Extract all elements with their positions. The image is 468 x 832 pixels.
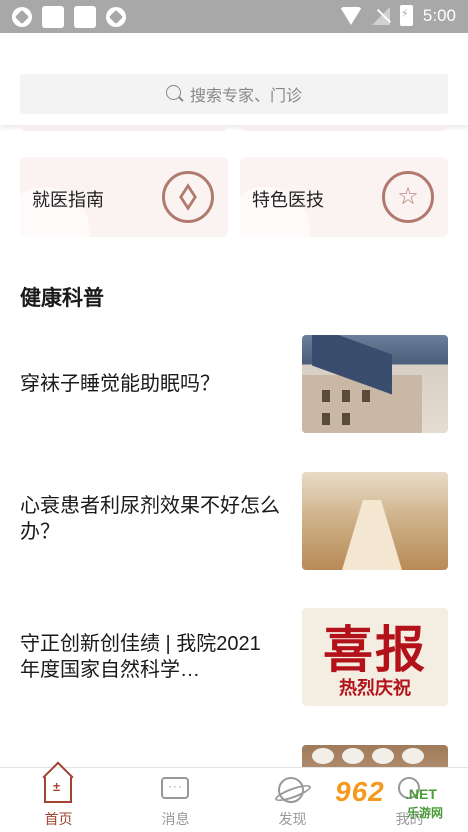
card-edge [20, 125, 228, 131]
article-item[interactable]: 心衰患者利尿剂效果不好怎么办？ [0, 472, 468, 570]
search-icon [165, 85, 184, 103]
nav-label: 首页 [44, 811, 73, 827]
notification-icon [74, 6, 96, 28]
search-placeholder: 搜索专家、门诊 [189, 88, 302, 105]
search-header: 搜索专家、门诊 [0, 33, 468, 125]
article-thumbnail [302, 745, 448, 767]
nav-messages[interactable]: 消息 [117, 768, 234, 832]
status-bar: 5:00 [0, 0, 468, 33]
poster-headline: 喜报 [323, 620, 427, 679]
card-edge [240, 125, 448, 131]
article-item[interactable]: 守正创新创佳绩 | 我院2021年度国家自然科学… 喜报 热烈庆祝 [0, 608, 468, 706]
article-thumbnail [302, 335, 448, 433]
article-title: 穿袜子睡觉能助眠吗？ [20, 373, 220, 395]
nav-discover[interactable]: 发现 [234, 768, 351, 832]
article-title: 守正创新创佳绩 | 我院2021年度国家自然科学… [20, 633, 261, 681]
card-label: 特色医技 [252, 190, 324, 210]
home-icon: ± [44, 777, 72, 803]
star-icon: ☆ [382, 171, 434, 223]
watermark-brand: 962 [335, 776, 385, 807]
watermark-logo: 962 .NET 乐游网 [335, 776, 463, 820]
card-medical-guide[interactable]: 就医指南 [20, 157, 228, 237]
nav-label: 发现 [278, 811, 307, 827]
poster-subline: 热烈庆祝 [339, 678, 411, 698]
app-screen: 5:00 搜索专家、门诊 就医指南 特色医技 ☆ 健康科普 穿袜子睡觉能助眠吗？ [0, 0, 468, 832]
card-label: 就医指南 [32, 190, 104, 210]
section-title: 健康科普 [20, 287, 104, 310]
notification-icon [42, 6, 64, 28]
search-input[interactable]: 搜索专家、门诊 [20, 74, 448, 114]
article-thumbnail [302, 472, 448, 570]
article-title: 心衰患者利尿剂效果不好怎么办？ [20, 495, 280, 543]
wifi-icon [339, 6, 362, 25]
watermark-suffix: .NET [405, 786, 437, 802]
status-system: 5:00 [339, 5, 456, 26]
watermark-subtitle: 乐游网 [407, 806, 444, 820]
card-special-tech[interactable]: 特色医技 ☆ [240, 157, 448, 237]
planet-icon [278, 777, 304, 803]
status-time: 5:00 [422, 5, 456, 25]
app-icon [106, 7, 126, 27]
battery-charging-icon [399, 5, 413, 26]
nav-home[interactable]: ± 首页 [0, 768, 117, 832]
article-thumbnail: 喜报 热烈庆祝 [302, 608, 448, 706]
article-item[interactable] [0, 745, 468, 767]
article-item[interactable]: 穿袜子睡觉能助眠吗？ [0, 335, 468, 433]
message-icon [161, 777, 189, 799]
compass-icon [162, 171, 214, 223]
app-icon [12, 7, 32, 27]
nav-label: 消息 [161, 811, 190, 827]
no-signal-icon [371, 6, 390, 25]
status-notifications [12, 6, 126, 28]
